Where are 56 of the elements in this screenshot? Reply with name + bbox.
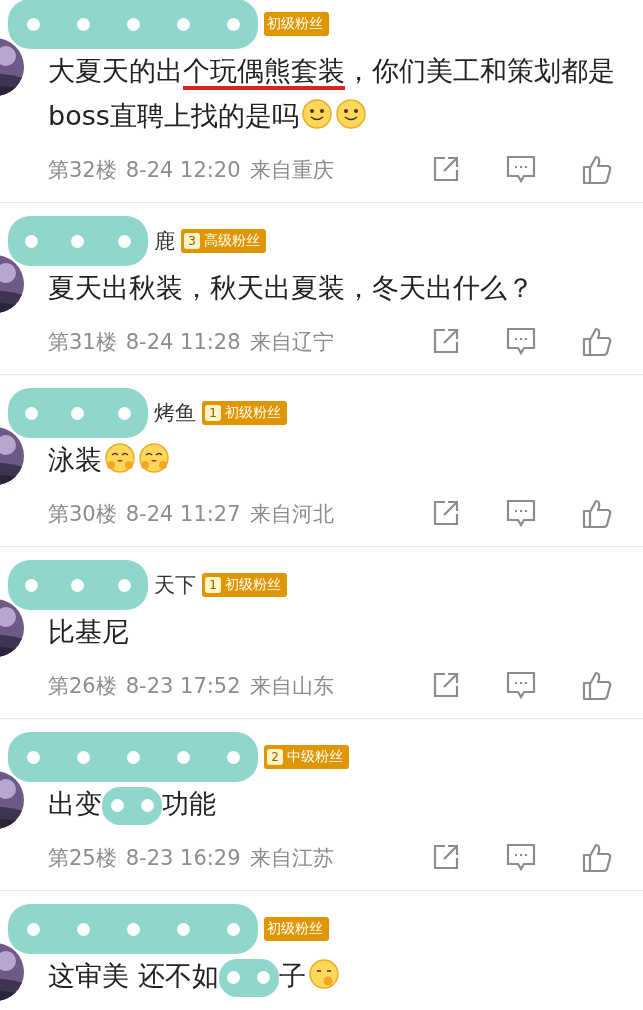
emoji-icon <box>334 98 367 130</box>
floor-number: 第32楼 <box>48 157 117 184</box>
comment-icon[interactable] <box>505 670 537 700</box>
comment-text: 这审美 还不如 子 <box>48 953 643 998</box>
comment-text: 比基尼 <box>48 615 130 649</box>
comment-location: 来自重庆 <box>249 157 334 184</box>
emoji-icon <box>300 98 333 130</box>
redaction-mark <box>218 958 279 997</box>
badge-label: 初级粉丝 <box>267 15 323 33</box>
comment-time: 8-23 17:52 <box>125 674 241 698</box>
share-icon[interactable] <box>431 154 461 184</box>
like-icon[interactable] <box>581 842 613 874</box>
share-icon[interactable] <box>431 326 461 356</box>
comment-time: 8-24 12:20 <box>125 158 241 182</box>
comment-location: 来自河北 <box>249 501 334 528</box>
share-icon[interactable] <box>431 670 461 700</box>
comment-text: 大夏天的出个玩偶熊套装，你们美工和策划都是boss直聘上找的是吗 <box>48 54 616 133</box>
comment-icon[interactable] <box>505 154 537 184</box>
share-icon[interactable] <box>431 498 461 528</box>
comment-location: 来自辽宁 <box>249 329 334 356</box>
floor-number: 第26楼 <box>48 673 117 700</box>
comment-icon[interactable] <box>505 498 537 528</box>
floor-number: 第31楼 <box>48 329 117 356</box>
floor-number: 第25楼 <box>48 845 117 872</box>
like-icon[interactable] <box>581 670 613 702</box>
redaction-mark <box>102 786 162 825</box>
comment-location: 来自山东 <box>249 673 334 700</box>
floor-number: 第30楼 <box>48 501 117 528</box>
emoji-icon <box>138 442 170 474</box>
badge-label: 初级粉丝 <box>225 404 281 422</box>
comment-time: 8-24 11:27 <box>125 502 241 526</box>
emoji-icon <box>307 958 340 990</box>
like-icon[interactable] <box>581 326 613 358</box>
level-badge: 1 <box>205 577 221 593</box>
level-badge: 3 <box>184 233 200 249</box>
like-icon[interactable] <box>581 154 613 186</box>
comment-icon[interactable] <box>505 326 537 356</box>
emoji-icon <box>104 442 136 474</box>
comment-time: 8-24 11:28 <box>125 330 241 354</box>
comment-text: 泳装 <box>48 437 643 482</box>
comment-text: 夏天出秋装，秋天出夏装，冬天出什么？ <box>48 271 535 305</box>
badge-label: 高级粉丝 <box>204 232 260 250</box>
badge-label: 初级粉丝 <box>225 576 281 594</box>
badge-label: 中级粉丝 <box>287 748 343 766</box>
badge-label: 初级粉丝 <box>267 920 323 938</box>
share-icon[interactable] <box>431 842 461 872</box>
comment-time: 8-23 16:29 <box>125 846 241 870</box>
comment-text: 出变 功能 <box>48 781 643 826</box>
user-name[interactable]: 天下 <box>154 571 196 599</box>
like-icon[interactable] <box>581 498 613 530</box>
comment-location: 来自江苏 <box>249 845 334 872</box>
user-name[interactable]: 烤鱼 <box>154 399 196 427</box>
comment-icon[interactable] <box>505 842 537 872</box>
user-name[interactable]: 鹿 <box>154 227 175 255</box>
level-badge: 1 <box>205 405 221 421</box>
level-badge: 2 <box>267 749 283 765</box>
